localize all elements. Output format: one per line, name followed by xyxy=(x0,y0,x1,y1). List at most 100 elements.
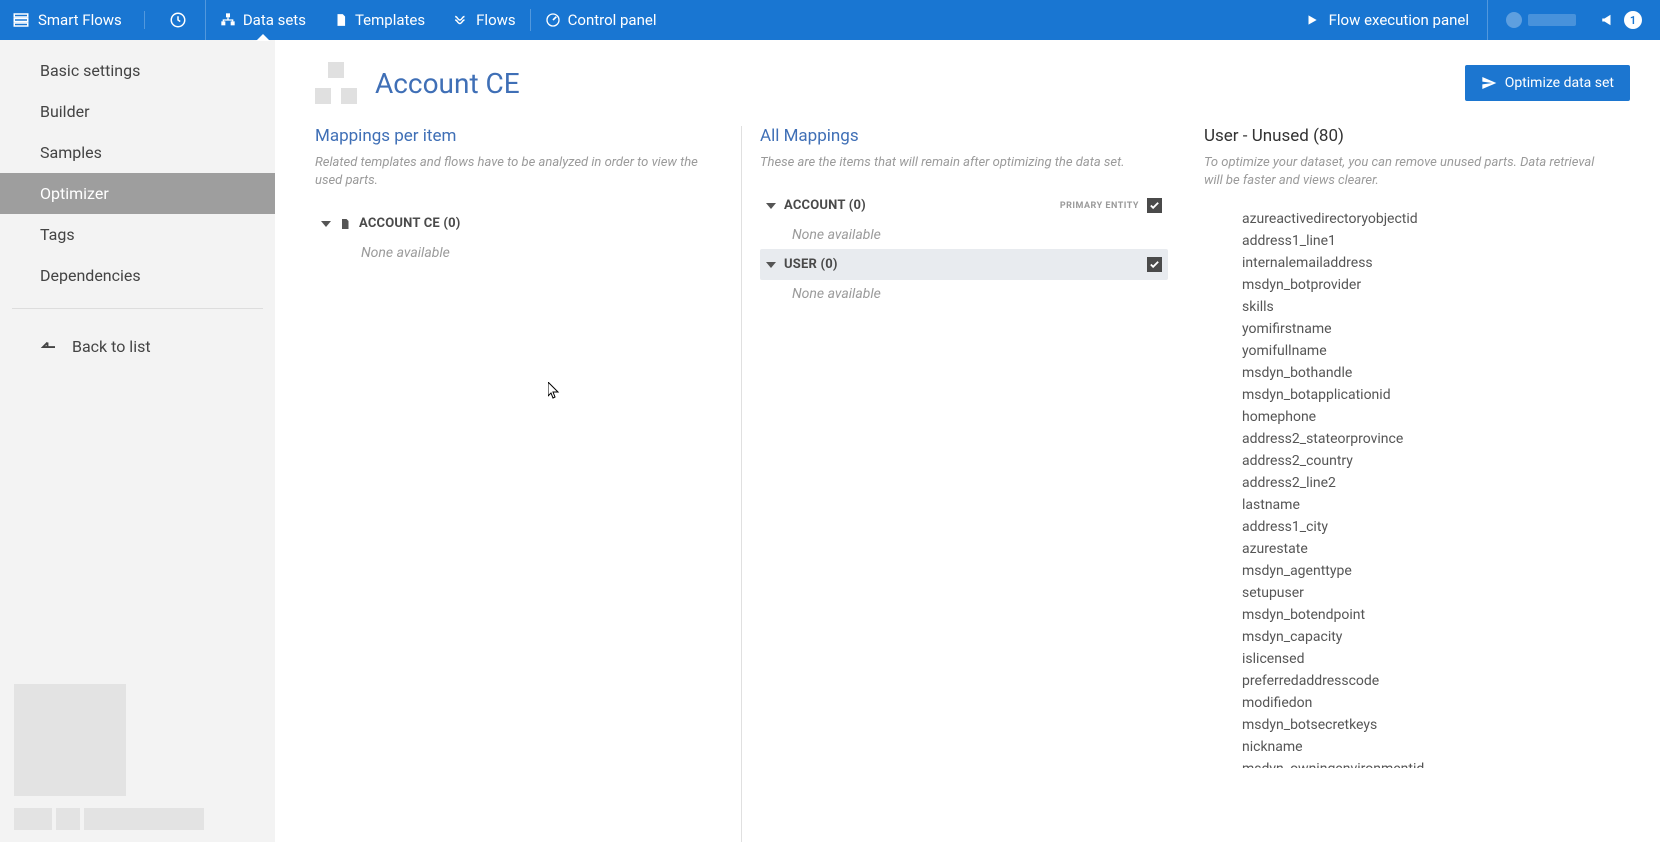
row-label: USER (0) xyxy=(784,257,838,272)
unused-field[interactable]: skills xyxy=(1242,296,1594,318)
unused-field[interactable]: msdyn_capacity xyxy=(1242,626,1594,648)
none-available: None available xyxy=(760,280,1168,308)
back-to-list[interactable]: Back to list xyxy=(0,327,275,366)
announcements[interactable]: 1 xyxy=(1594,11,1648,29)
col2-title: All Mappings xyxy=(760,126,1168,146)
optimizer-columns: Mappings per item Related templates and … xyxy=(315,126,1630,842)
primary-entity-tag: PRIMARY ENTITY xyxy=(1060,201,1139,211)
unused-field[interactable]: address1_line1 xyxy=(1242,230,1594,252)
tree-row-account[interactable]: ACCOUNT (0) PRIMARY ENTITY xyxy=(760,190,1168,221)
col2-desc: These are the items that will remain aft… xyxy=(760,154,1168,172)
row-label: ACCOUNT CE (0) xyxy=(359,216,461,231)
unused-field[interactable]: preferredaddresscode xyxy=(1242,670,1594,692)
placeholder-bar xyxy=(14,808,52,830)
unused-field[interactable]: msdyn_botprovider xyxy=(1242,274,1594,296)
nav-flows-label: Flows xyxy=(476,11,516,29)
none-available: None available xyxy=(315,239,723,267)
unused-scroll[interactable]: azureactivedirectoryobjectidaddress1_lin… xyxy=(1204,208,1612,768)
sidebar-item-builder[interactable]: Builder xyxy=(0,91,275,132)
col3-title: User - Unused (80) xyxy=(1204,126,1612,146)
unused-field[interactable]: address1_city xyxy=(1242,516,1594,538)
sidebar-footer xyxy=(0,684,275,842)
nav-control-label: Control panel xyxy=(568,11,657,29)
dataset-icon xyxy=(315,62,357,104)
nav-control-panel[interactable]: Control panel xyxy=(531,0,671,40)
sidebar-divider xyxy=(12,308,263,309)
templates-icon xyxy=(334,12,348,28)
nav-datasets-label: Data sets xyxy=(243,11,306,29)
unused-field[interactable]: azurestate xyxy=(1242,538,1594,560)
nav-history[interactable] xyxy=(151,0,206,40)
paper-plane-icon xyxy=(1481,75,1497,91)
unused-field[interactable]: yomifirstname xyxy=(1242,318,1594,340)
nav-templates[interactable]: Templates xyxy=(320,0,439,40)
row-checkbox[interactable] xyxy=(1147,257,1162,272)
play-icon xyxy=(1305,13,1319,27)
unused-field[interactable]: setupuser xyxy=(1242,582,1594,604)
row-label: ACCOUNT (0) xyxy=(784,198,866,213)
unused-field[interactable]: msdyn_owningenvironmentid xyxy=(1242,758,1594,768)
flows-icon xyxy=(453,13,469,27)
top-bar: Smart Flows Data sets Templates Flows xyxy=(0,0,1660,40)
placeholder-bar xyxy=(84,808,204,830)
back-label: Back to list xyxy=(72,337,151,356)
unused-field[interactable]: msdyn_botendpoint xyxy=(1242,604,1594,626)
tree-row-account-ce[interactable]: ACCOUNT CE (0) xyxy=(315,208,723,239)
sidebar-item-optimizer[interactable]: Optimizer xyxy=(0,173,275,214)
placeholder-bar xyxy=(56,808,80,830)
unused-field[interactable]: msdyn_bothandle xyxy=(1242,362,1594,384)
col1-desc: Related templates and flows have to be a… xyxy=(315,154,723,190)
brand-text: Smart Flows xyxy=(38,11,122,29)
unused-field[interactable]: address2_country xyxy=(1242,450,1594,472)
caret-down-icon[interactable] xyxy=(766,203,776,209)
top-right: Flow execution panel 1 xyxy=(1287,0,1648,40)
unused-field[interactable]: lastname xyxy=(1242,494,1594,516)
caret-down-icon[interactable] xyxy=(766,262,776,268)
optimize-label: Optimize data set xyxy=(1505,75,1614,91)
unused-field[interactable]: islicensed xyxy=(1242,648,1594,670)
col1-title: Mappings per item xyxy=(315,126,723,146)
brand-icon xyxy=(12,11,30,29)
col-all-mappings: All Mappings These are the items that wi… xyxy=(741,126,1186,842)
page-title: Account CE xyxy=(375,67,520,100)
back-arrow-icon xyxy=(40,338,58,356)
sidebar-item-tags[interactable]: Tags xyxy=(0,214,275,255)
user-menu[interactable] xyxy=(1498,12,1584,28)
unused-field[interactable]: homephone xyxy=(1242,406,1594,428)
unused-field[interactable]: nickname xyxy=(1242,736,1594,758)
unused-field[interactable]: address2_line2 xyxy=(1242,472,1594,494)
sidebar-item-samples[interactable]: Samples xyxy=(0,132,275,173)
main-layout: Basic settingsBuilderSamplesOptimizerTag… xyxy=(0,40,1660,842)
flow-execution-panel-link[interactable]: Flow execution panel xyxy=(1287,0,1488,40)
unused-field[interactable]: msdyn_botapplicationid xyxy=(1242,384,1594,406)
sidebar: Basic settingsBuilderSamplesOptimizerTag… xyxy=(0,40,275,842)
unused-field[interactable]: azureactivedirectoryobjectid xyxy=(1242,208,1594,230)
unused-field[interactable]: internalemailaddress xyxy=(1242,252,1594,274)
nav-datasets[interactable]: Data sets xyxy=(206,0,320,40)
main-content: Account CE Optimize data set Mappings pe… xyxy=(275,40,1660,842)
caret-down-icon[interactable] xyxy=(321,221,331,227)
brand[interactable]: Smart Flows xyxy=(12,11,145,29)
page-header: Account CE Optimize data set xyxy=(315,62,1630,104)
optimize-dataset-button[interactable]: Optimize data set xyxy=(1465,65,1630,101)
unused-field[interactable]: msdyn_botsecretkeys xyxy=(1242,714,1594,736)
datasets-icon xyxy=(220,12,236,28)
tree-row-user[interactable]: USER (0) xyxy=(760,249,1168,280)
unused-field[interactable]: modifiedon xyxy=(1242,692,1594,714)
unused-field[interactable]: address2_stateorprovince xyxy=(1242,428,1594,450)
unused-list-container: azureactivedirectoryobjectidaddress1_lin… xyxy=(1204,208,1612,768)
clock-icon xyxy=(169,11,187,29)
announce-badge: 1 xyxy=(1624,11,1642,29)
document-icon xyxy=(339,217,351,231)
unused-field[interactable]: msdyn_agenttype xyxy=(1242,560,1594,582)
row-checkbox[interactable] xyxy=(1147,198,1162,213)
sidebar-item-dependencies[interactable]: Dependencies xyxy=(0,255,275,296)
megaphone-icon xyxy=(1600,11,1618,29)
placeholder-thumbnail xyxy=(14,684,126,796)
sidebar-item-basic-settings[interactable]: Basic settings xyxy=(0,50,275,91)
col3-desc: To optimize your dataset, you can remove… xyxy=(1204,154,1612,190)
nav-flows[interactable]: Flows xyxy=(439,0,530,40)
none-available: None available xyxy=(760,221,1168,249)
gauge-icon xyxy=(545,12,561,28)
unused-field[interactable]: yomifullname xyxy=(1242,340,1594,362)
